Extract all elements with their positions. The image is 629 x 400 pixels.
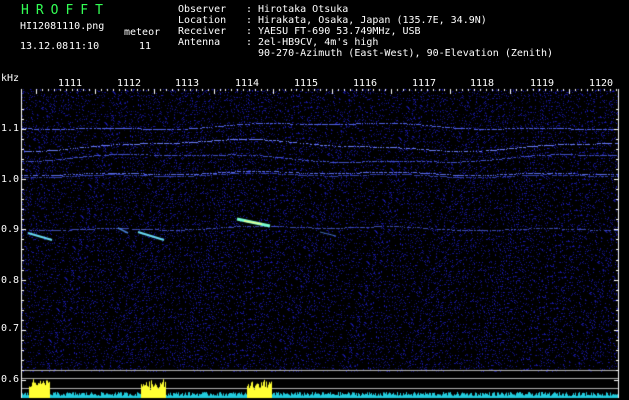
meteor-label: meteor: [124, 27, 161, 38]
x-tick-label: 1118: [470, 78, 495, 89]
spectrogram-canvas: [0, 0, 629, 400]
filename-label: HI12081110.png: [20, 21, 105, 32]
x-tick-label: 1119: [530, 78, 555, 89]
y-tick-label: 1.1: [1, 123, 20, 134]
y-tick-label: 0.9: [1, 224, 20, 235]
x-tick-label: 1115: [294, 78, 319, 89]
info-row-antenna-direction: 90-270-Azimuth (East-West), 90-Elevation…: [258, 48, 554, 59]
time-label: 11:10: [69, 41, 100, 52]
meteor-count: 11: [139, 41, 152, 52]
info-row-observer: Observer: Hirotaka Otsuka: [178, 4, 349, 15]
x-tick-label: 1112: [117, 78, 142, 89]
x-tick-label: 1117: [412, 78, 437, 89]
x-tick-label: 1120: [589, 78, 614, 89]
x-tick-label: 1114: [235, 78, 260, 89]
y-tick-label: 0.7: [1, 323, 20, 334]
x-tick-label: 1116: [353, 78, 378, 89]
date-label: 13.12.08: [20, 41, 69, 52]
y-axis-unit: kHz: [1, 73, 20, 84]
station-info: Observer: Hirotaka Otsuka Location: Hiraka…: [178, 4, 553, 59]
y-tick-label: 0.8: [1, 275, 20, 286]
x-tick-label: 1113: [175, 78, 200, 89]
info-row-location: Location: Hirakata, Osaka, Japan (135.7E,…: [178, 15, 487, 26]
y-tick-label: 0.6: [1, 374, 20, 385]
info-row-receiver: Receiver: YAESU FT-690 53.749MHz, USB: [178, 26, 421, 37]
info-row-antenna: Antenna:2el-HB9CV, 4m's high: [178, 37, 379, 48]
app-logo: HROFFT: [21, 3, 110, 18]
y-tick-label: 1.0: [1, 174, 20, 185]
x-tick-label: 1111: [58, 78, 83, 89]
